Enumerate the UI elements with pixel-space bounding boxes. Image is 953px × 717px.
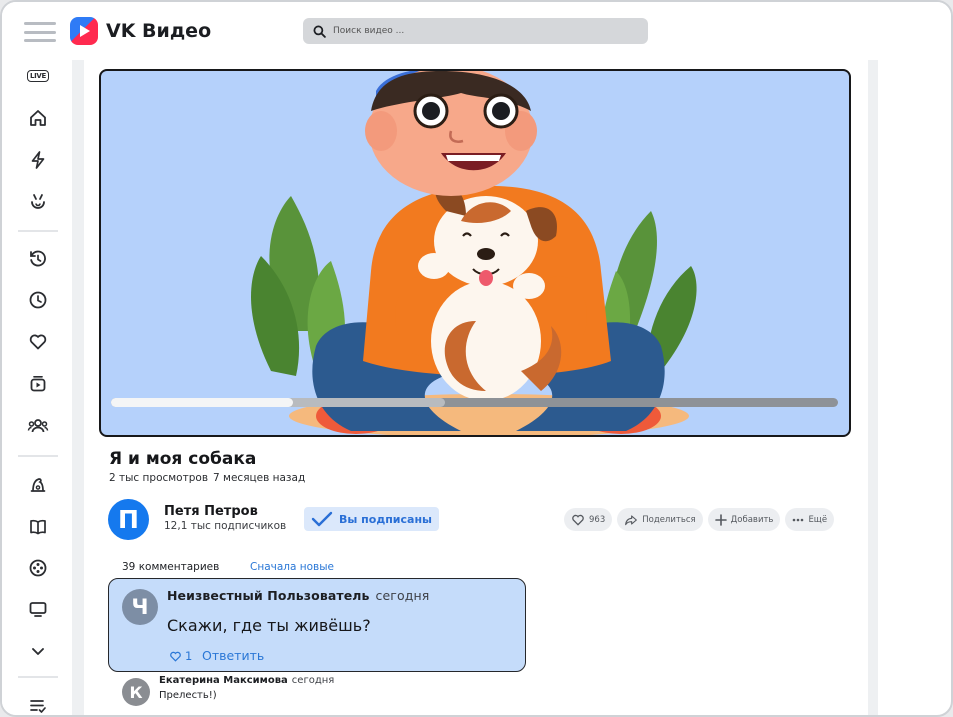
more-button[interactable]: Ещё bbox=[785, 508, 835, 531]
comment-like-count: 1 bbox=[185, 649, 193, 663]
hand-icon[interactable] bbox=[27, 191, 49, 213]
search-input[interactable] bbox=[333, 26, 633, 36]
sidebar-divider bbox=[18, 230, 58, 232]
add-label: Добавить bbox=[730, 514, 774, 525]
app-window: VK Видео LIVE bbox=[0, 0, 953, 717]
channel-name[interactable]: Петя Петров bbox=[164, 504, 258, 519]
reply-button[interactable]: Ответить bbox=[202, 648, 264, 663]
more-label: Ещё bbox=[808, 514, 828, 525]
playlist-icon[interactable] bbox=[27, 695, 49, 715]
add-button[interactable]: Добавить bbox=[707, 508, 781, 531]
video-progress-bar[interactable] bbox=[111, 398, 838, 407]
film-reel-icon[interactable] bbox=[27, 557, 49, 579]
tv-icon[interactable] bbox=[27, 598, 49, 620]
sidebar-divider bbox=[18, 455, 58, 457]
history-icon[interactable] bbox=[27, 248, 49, 270]
comment-author[interactable]: Неизвестный Пользователь bbox=[167, 588, 370, 603]
share-button[interactable]: Поделиться bbox=[617, 508, 703, 531]
menu-icon[interactable] bbox=[24, 22, 56, 42]
like-count: 963 bbox=[589, 514, 606, 525]
sidebar: LIVE bbox=[2, 60, 72, 715]
search-bar[interactable] bbox=[303, 18, 648, 44]
comment-author[interactable]: Екатерина Максимова bbox=[159, 675, 288, 686]
comments-sort[interactable]: Сначала новые bbox=[250, 561, 334, 573]
video-title: Я и моя собака bbox=[109, 449, 257, 469]
comment-like-button[interactable]: 1 bbox=[169, 649, 192, 663]
logo-text: VK Видео bbox=[106, 20, 212, 42]
comment-avatar[interactable]: К bbox=[122, 678, 150, 706]
content-gutter bbox=[868, 60, 878, 715]
progress-played bbox=[111, 398, 293, 407]
vk-video-logo-icon bbox=[70, 17, 98, 45]
content-gutter bbox=[72, 60, 84, 715]
comment-highlighted: Ч Неизвестный Пользователь сегодня Скажи,… bbox=[108, 578, 526, 672]
subscribed-label: Вы подписаны bbox=[339, 512, 433, 526]
friends-icon[interactable] bbox=[27, 415, 49, 437]
comment-time: сегодня bbox=[291, 675, 335, 686]
comment-text: Прелесть!) bbox=[159, 690, 217, 701]
view-count: 2 тыс просмотров bbox=[109, 472, 209, 484]
heart-icon bbox=[572, 514, 584, 526]
sidebar-divider bbox=[18, 676, 58, 678]
comment-time: сегодня bbox=[375, 588, 430, 603]
video-stats: 2 тыс просмотров 7 месяцев назад bbox=[109, 472, 305, 484]
chevron-down-icon[interactable] bbox=[27, 640, 49, 662]
clock-icon[interactable] bbox=[27, 289, 49, 311]
heart-icon bbox=[170, 651, 181, 662]
plus-icon bbox=[714, 513, 727, 526]
comment-text: Скажи, где ты живёшь? bbox=[167, 616, 371, 635]
share-icon bbox=[625, 514, 638, 525]
comment-header: Неизвестный Пользователь сегодня bbox=[167, 588, 429, 603]
video-actions: 963 Поделиться Добавить Ещё bbox=[564, 508, 835, 531]
channel-avatar[interactable]: П bbox=[108, 499, 149, 540]
more-dots-icon bbox=[793, 518, 804, 521]
subscribed-button[interactable]: Вы подписаны bbox=[304, 507, 440, 531]
book-icon[interactable] bbox=[27, 516, 49, 538]
subscriber-count: 12,1 тыс подписчиков bbox=[164, 520, 287, 532]
top-bar: VK Видео bbox=[2, 2, 951, 60]
comment-avatar[interactable]: Ч bbox=[122, 589, 158, 625]
comment-header: Екатерина Максимова сегодня bbox=[159, 675, 334, 686]
checkmark-icon bbox=[311, 511, 333, 527]
logo[interactable]: VK Видео bbox=[70, 17, 211, 45]
comments-count: 39 комментариев bbox=[122, 561, 220, 573]
heart-icon[interactable] bbox=[27, 331, 49, 353]
share-label: Поделиться bbox=[642, 514, 696, 525]
upload-age: 7 месяцев назад bbox=[213, 472, 306, 484]
search-icon bbox=[313, 25, 326, 38]
home-icon[interactable] bbox=[27, 107, 49, 129]
video-player[interactable] bbox=[99, 69, 851, 437]
hat-icon[interactable] bbox=[27, 474, 49, 496]
live-icon[interactable]: LIVE bbox=[26, 65, 50, 87]
like-button[interactable]: 963 bbox=[564, 508, 613, 531]
video-thumbnail bbox=[251, 71, 697, 435]
lightning-icon[interactable] bbox=[27, 149, 49, 171]
subscriptions-icon[interactable] bbox=[27, 373, 49, 395]
